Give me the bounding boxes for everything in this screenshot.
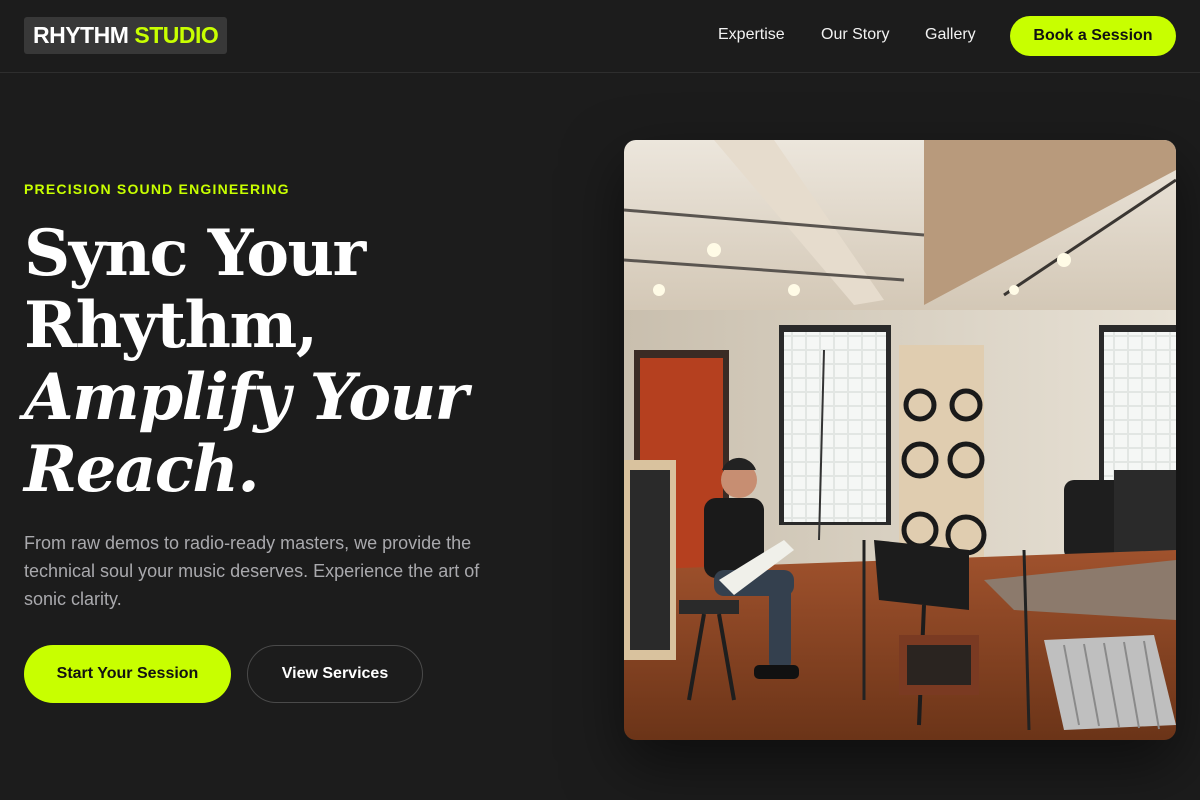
nav-link-gallery[interactable]: Gallery [925, 26, 976, 44]
book-session-button[interactable]: Book a Session [1010, 16, 1176, 56]
studio-photo [624, 140, 1176, 740]
site-header: RHYTHM STUDIO Expertise Our Story Galler… [0, 0, 1200, 73]
hero-headline: Sync Your Rhythm, Amplify Your Reach. [24, 218, 584, 506]
headline-line-4: Reach. [24, 432, 260, 507]
studio-photo-illustration [624, 140, 1176, 740]
brand-logo[interactable]: RHYTHM STUDIO [24, 17, 228, 54]
view-services-button[interactable]: View Services [247, 645, 423, 703]
nav-link-our-story[interactable]: Our Story [821, 26, 889, 44]
headline-line-1: Sync Your [24, 216, 366, 291]
headline-line-2: Rhythm, [24, 288, 318, 363]
hero-description: From raw demos to radio-ready masters, w… [24, 533, 480, 609]
hero-eyebrow: PRECISION SOUND ENGINEERING [24, 181, 290, 197]
logo-word-studio: STUDIO [134, 22, 219, 48]
headline-line-3: Amplify Your [24, 360, 468, 435]
nav-link-expertise[interactable]: Expertise [718, 26, 785, 44]
start-session-button[interactable]: Start Your Session [24, 645, 231, 703]
logo-word-rhythm: RHYTHM [33, 22, 129, 48]
